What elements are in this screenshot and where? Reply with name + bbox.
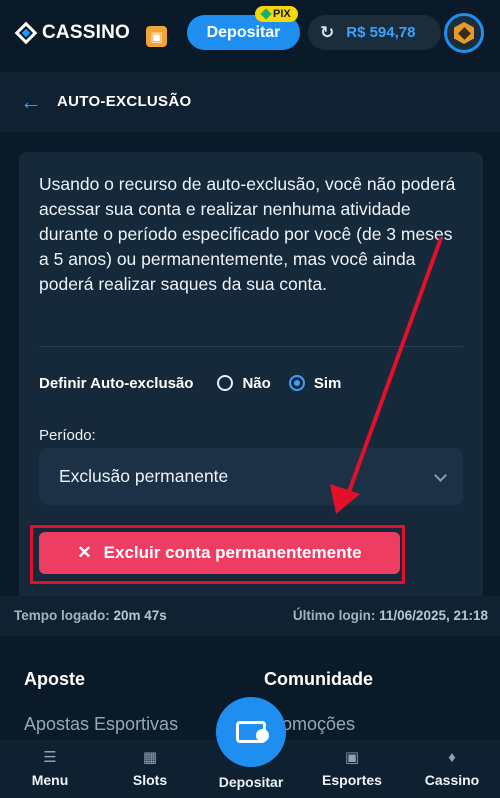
sports-icon: ▣: [344, 749, 360, 766]
radio-yes[interactable]: Sim: [288, 374, 342, 392]
exclusion-label: Definir Auto-exclusão: [39, 374, 194, 392]
gift-icon[interactable]: ▣: [146, 26, 167, 47]
menu-icon: ☰: [43, 749, 57, 766]
session-info-bar: Tempo logado: 20m 47s Último login: 11/0…: [0, 596, 500, 636]
deposit-fab-button[interactable]: [216, 697, 286, 767]
back-arrow-icon[interactable]: ←: [18, 89, 44, 115]
session-time: Tempo logado: 20m 47s: [14, 608, 167, 623]
radio-yes-circle[interactable]: [288, 375, 305, 391]
rank-badge-icon: [454, 22, 474, 44]
period-select-value: Exclusão permanente: [59, 466, 229, 486]
divider: [39, 346, 463, 347]
radio-no-circle[interactable]: [217, 375, 234, 391]
balance-amount: R$ 594,78: [346, 24, 416, 41]
annotation-highlight-box: [30, 525, 405, 584]
last-login: Último login: 11/06/2025, 21:18: [293, 608, 488, 623]
page-header: ← AUTO-EXCLUSÃO: [0, 72, 500, 132]
radio-no-label: Não: [242, 374, 271, 392]
casino-icon: ♦: [448, 749, 456, 766]
top-bar: CASSINO ▣ Depositar PIX ↻ R$ 594,78: [0, 0, 500, 64]
nav-item-menu[interactable]: ☰ Menu: [10, 749, 90, 789]
footer-title-bet: Aposte: [24, 669, 86, 689]
nav-item-slots[interactable]: ▦ Slots: [110, 749, 190, 789]
pix-badge: PIX: [255, 6, 298, 22]
last-login-label: Último login:: [292, 608, 376, 623]
period-select[interactable]: Exclusão permanente: [39, 448, 463, 505]
diamond-logo-icon: [14, 21, 38, 45]
logo-text: CASSINO: [42, 22, 130, 43]
page-title: AUTO-EXCLUSÃO: [57, 93, 192, 110]
exclusion-radio-group: Definir Auto-exclusão Não Sim: [39, 373, 359, 393]
footer-title-community: Comunidade: [264, 669, 374, 689]
pix-label: PIX: [273, 8, 291, 20]
balance-display[interactable]: ↻ R$ 594,78: [308, 15, 441, 50]
nav-item-deposit[interactable]: Depositar: [211, 774, 291, 790]
refresh-icon[interactable]: ↻: [320, 23, 334, 43]
footer-link-sports-bets[interactable]: Apostas Esportivas: [24, 714, 178, 735]
last-login-value: 11/06/2025, 21:18: [379, 608, 488, 623]
casino-logo[interactable]: CASSINO: [14, 21, 130, 45]
chevron-down-icon: [434, 469, 447, 482]
avatar[interactable]: [444, 13, 484, 53]
nav-slots-label: Slots: [132, 772, 168, 788]
nav-menu-label: Menu: [31, 772, 69, 788]
nav-item-sports[interactable]: ▣ Esportes: [312, 749, 392, 789]
self-exclusion-description: Usando o recurso de auto-exclusão, você …: [39, 174, 456, 294]
session-time-value: 20m 47s: [113, 608, 167, 623]
nav-item-casino[interactable]: ♦ Cassino: [412, 749, 492, 789]
period-label: Período:: [39, 427, 96, 444]
session-time-label: Tempo logado:: [14, 608, 110, 623]
nav-casino-label: Cassino: [424, 772, 480, 788]
radio-yes-label: Sim: [313, 374, 342, 392]
slots-icon: ▦: [142, 749, 158, 766]
radio-no[interactable]: Não: [217, 374, 271, 392]
nav-sports-label: Esportes: [322, 772, 382, 788]
wallet-icon: [236, 721, 269, 743]
pix-icon: [260, 8, 272, 20]
nav-deposit-label: Depositar: [218, 774, 284, 790]
